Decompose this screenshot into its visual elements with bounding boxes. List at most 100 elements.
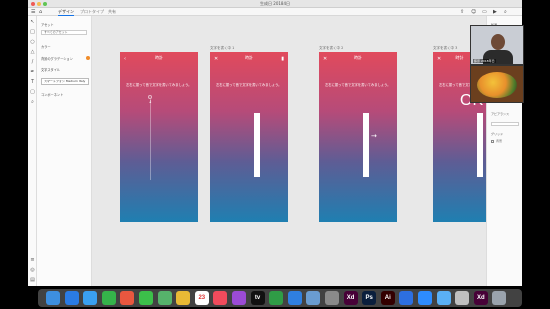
slider-track [149,100,151,180]
artboard-label[interactable]: 文字を書く中 2 [319,46,343,51]
layers-panel-icon[interactable]: ≡ [29,257,36,264]
background-checkbox[interactable] [491,140,494,143]
opacity-field[interactable] [491,122,519,126]
checkbox-label: 背景 [496,139,503,143]
assets-panel: アセット すべてのアセット カラー 背景のグラデーション 文字スタイル スマート… [37,16,92,286]
numbers-icon[interactable] [269,291,284,305]
artboard-2[interactable]: ✕ 時計 ▮ 左右に振って音で文字を書いてみましょう。 [210,52,288,222]
illustrator-icon[interactable]: Ai [380,291,395,305]
zoom-icon[interactable] [418,291,432,305]
main-toolbar: ☰ ⌂ デザイン プロトタイプ 共有 ⇪ ☺ ▭ ▶ ⌕ [28,8,522,16]
rectangle-tool-icon[interactable]: □ [29,29,36,36]
xd2-icon[interactable]: Xd [473,291,488,305]
chrome-icon[interactable] [176,291,191,305]
zoom-level-icon[interactable]: ⌕ [504,9,507,15]
video-participant-2[interactable] [470,65,524,103]
section-components[interactable]: コンポーネント [41,92,63,97]
trash-icon[interactable] [492,291,507,305]
tool-rail: ↖ □ ○ △ / ✒ T ▢ ⌕ ≡ ◎ ▤ [28,16,37,286]
desktop-preview-icon[interactable]: ▭ [482,9,487,15]
back-icon: ✕ [323,56,328,62]
messages-icon[interactable] [139,291,153,305]
user-icon[interactable]: ☺ [471,9,476,15]
acrobat-icon[interactable] [455,291,470,305]
artboard-label[interactable]: 文字を書く中 3 [433,46,457,51]
artboard-label[interactable]: 文字を書く中 1 [210,46,234,51]
header-title: 時計 [245,55,253,60]
desktop-screen: 生成日 20184日 ☰ ⌂ デザイン プロトタイプ 共有 ⇪ ☺ ▭ ▶ ⌕ … [0,0,550,309]
instruction-text: 左右に振って音で文字を書いてみましょう。 [325,83,391,87]
participant-name: 藤原 2018年日 [473,59,496,63]
share-icon[interactable]: ⇪ [460,9,464,15]
section-char-styles[interactable]: 文字スタイル [41,67,60,72]
back-icon: ✕ [214,56,219,62]
assets-panel-icon[interactable]: ◎ [29,267,36,274]
tab-prototype[interactable]: プロトタイプ [80,9,104,15]
mac-dock: 23 tv Xd Ps Ai Xd [38,289,522,307]
artboard-header: ✕ 時計 [319,55,397,64]
mail-icon[interactable] [83,291,98,305]
artboard-1[interactable]: ‹ 時計 左右に振って音で文字を書いてみましょう。 ↓ [120,52,198,222]
selected-char-style[interactable]: スマートフォン Medium Italy [41,78,89,85]
artboard-3[interactable]: ✕ 時計 左右に振って音で文字を書いてみましょう。 → [319,52,397,222]
food-image [477,72,517,98]
ellipse-tool-icon[interactable]: ○ [29,39,36,46]
line-tool-icon[interactable]: / [29,59,36,66]
photos-icon[interactable] [120,291,135,305]
tv-icon[interactable]: tv [250,291,265,305]
finder-icon[interactable] [46,291,60,305]
asset-search-input[interactable]: すべてのアセット [41,30,87,35]
calendar-icon[interactable]: 23 [194,291,209,305]
finder2-icon[interactable] [436,291,451,305]
pen-tool-icon[interactable]: ✒ [29,69,36,76]
section-appearance[interactable]: アピアランス [491,112,509,116]
home-icon[interactable]: ⌂ [39,9,42,15]
artboard-tool-icon[interactable]: ▢ [29,89,36,96]
play-icon[interactable]: ▶ [493,9,497,15]
facetime-icon[interactable] [101,291,116,305]
section-grid[interactable]: グリッド [491,132,503,136]
podcasts-icon[interactable] [232,291,246,305]
artboard-header: ✕ 時計 ▮ [210,55,288,64]
person-head [491,34,505,50]
tab-share[interactable]: 共有 [108,9,116,15]
design-canvas[interactable]: ‹ 時計 左右に振って音で文字を書いてみましょう。 ↓ 文字を書く中 1 ✕ 時… [92,16,504,286]
header-title: 時計 [455,55,464,60]
color-swatch[interactable] [86,56,90,60]
stroke-bar [363,113,369,177]
back-icon: ‹ [124,56,126,62]
back-icon: ✕ [437,56,442,62]
safari-icon[interactable] [64,291,79,305]
header-title: 時計 [155,55,163,60]
stroke-bar [254,113,260,177]
zoom-tool-icon[interactable]: ⌕ [29,99,36,106]
header-title: 時計 [354,55,362,60]
video-participant[interactable]: 藤原 2018年日 [470,25,524,65]
photoshop-icon[interactable]: Ps [362,291,377,305]
maps-icon[interactable] [157,291,172,305]
title-bar: 生成日 20184日 [28,0,522,8]
select-tool-icon[interactable]: ↖ [29,19,36,26]
dropbox-icon[interactable] [399,291,414,305]
polygon-tool-icon[interactable]: △ [29,49,36,56]
preview-icon[interactable] [306,291,321,305]
stroke-bar [477,113,483,177]
music-icon[interactable] [213,291,228,305]
section-group[interactable]: 背景のグラデーション [41,56,73,61]
menu-icon[interactable]: ☰ [31,9,35,15]
panel-header: アセット [41,23,54,27]
instruction-text: 左右に振って音で文字を書いてみましょう。 [216,83,282,87]
instruction-text: 左右に振って音で文字を書いてみましょう。 [126,83,192,87]
arrow-down-icon: ↓ [148,99,153,105]
keynote-icon[interactable] [287,291,302,305]
tab-design[interactable]: デザイン [58,9,74,16]
document-title: 生成日 20184日 [260,1,290,6]
battery-icon: ▮ [281,56,284,62]
arrow-right-icon: → [371,132,377,140]
text-tool-icon[interactable]: T [29,79,36,86]
system-prefs-icon[interactable] [325,291,339,305]
section-colors[interactable]: カラー [41,44,51,49]
plugins-panel-icon[interactable]: ▤ [29,277,36,284]
artboard-header: ‹ 時計 [120,55,198,64]
xd-icon[interactable]: Xd [343,291,358,305]
